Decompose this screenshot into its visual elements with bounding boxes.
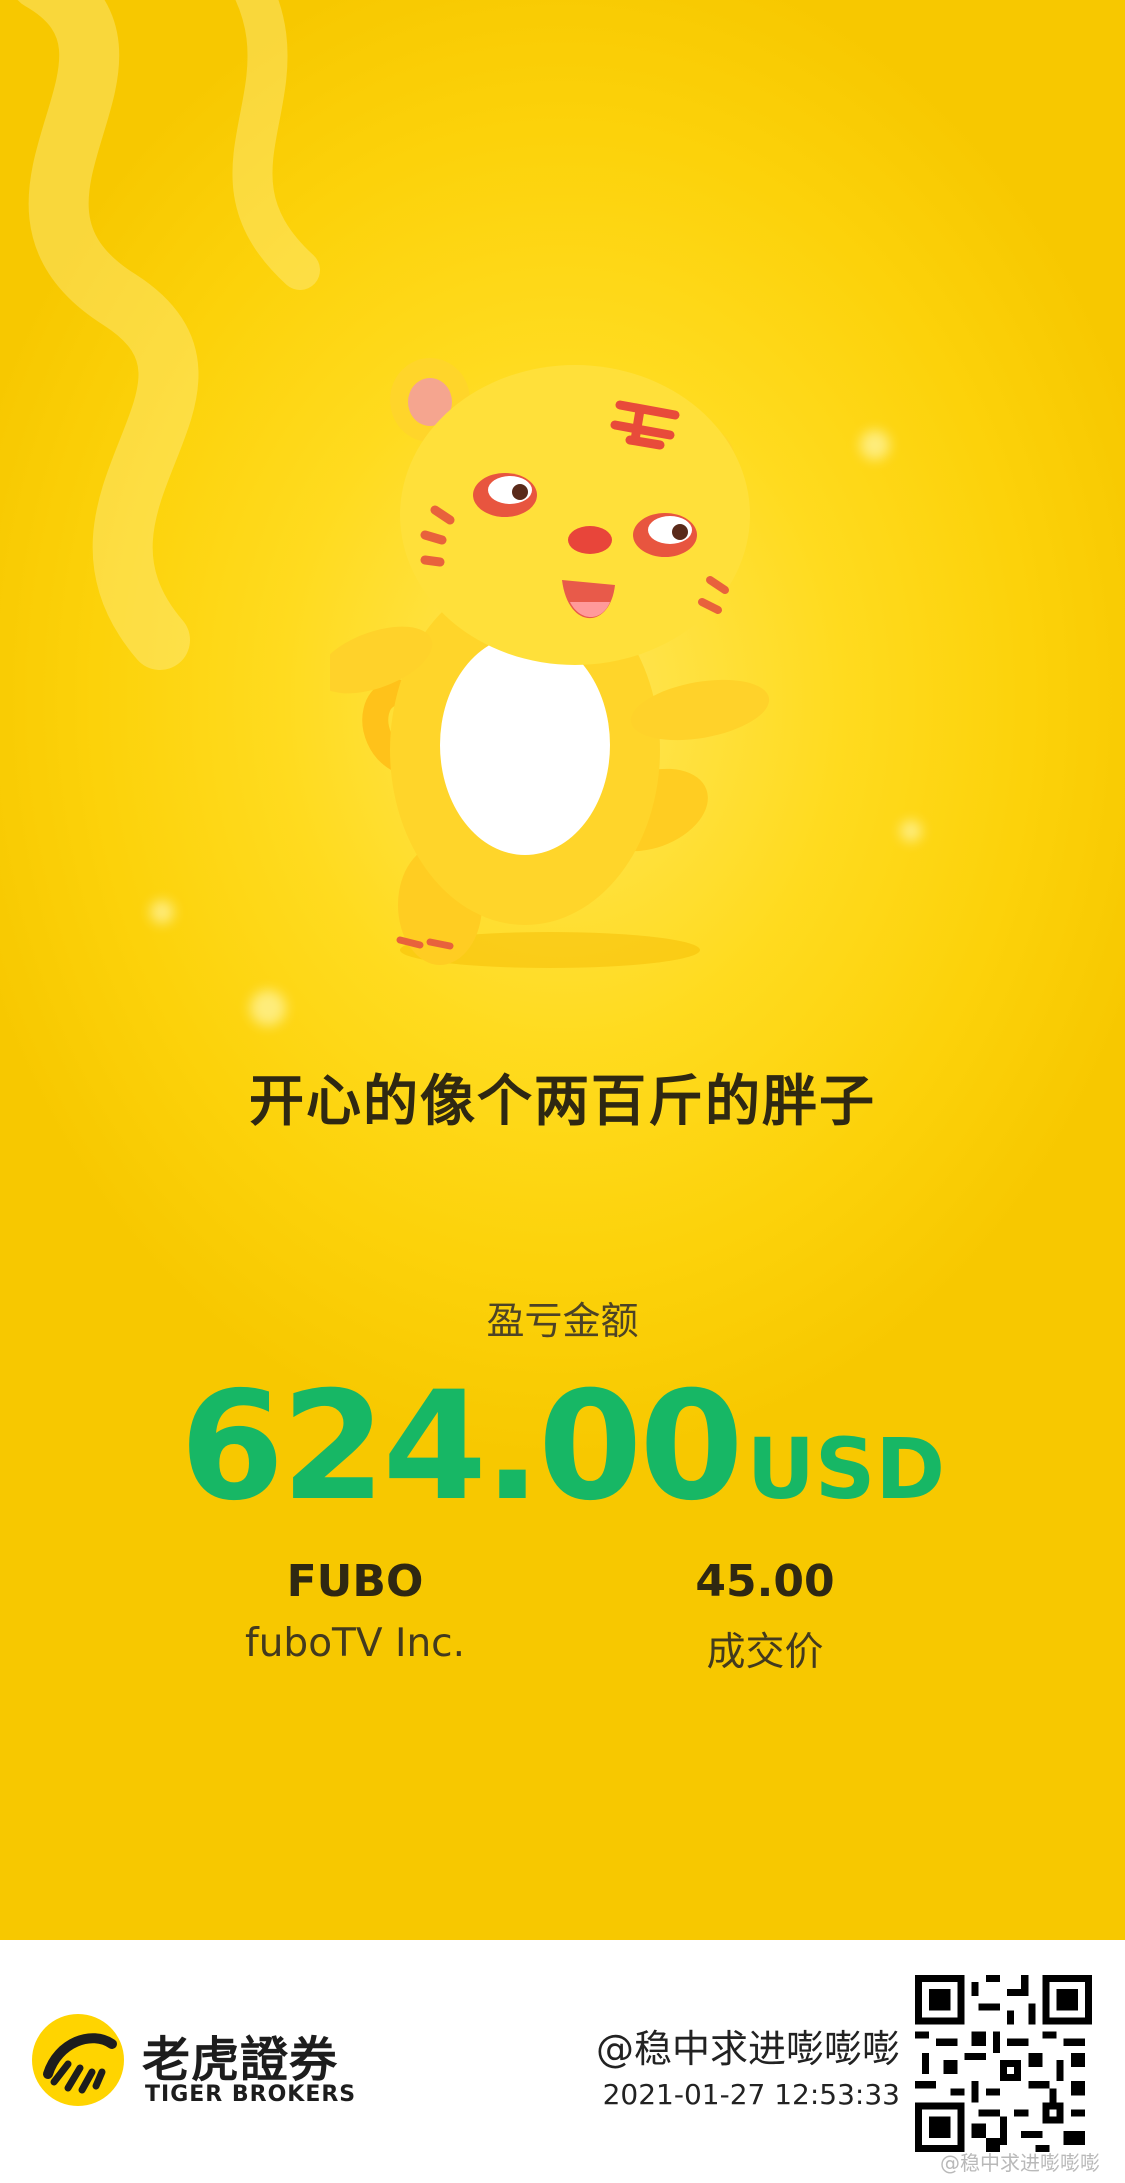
tiger-mascot-icon: [330, 358, 770, 968]
glow-dot: [150, 900, 174, 924]
glow-dot: [250, 990, 286, 1026]
pnl-value: 624.00USD: [0, 1360, 1125, 1534]
share-card: 开心的像个两百斤的胖子 盈亏金额 624.00USD FUBO fuboTV I…: [0, 0, 1125, 1940]
glow-dot: [860, 430, 890, 460]
pnl-currency: USD: [746, 1420, 946, 1518]
username: @稳中求进嘭嘭嘭: [595, 2027, 900, 2071]
qr-code-icon[interactable]: [915, 1975, 1092, 2152]
company-name: fuboTV Inc.: [244, 1621, 466, 1666]
trade-price: 45.00: [695, 1556, 835, 1607]
slogan-text: 开心的像个两百斤的胖子: [248, 1069, 876, 1133]
brand-name-cn: 老虎證券: [142, 2032, 339, 2088]
tiger-brokers-logo-icon: [32, 2014, 124, 2106]
timestamp: 2021-01-27 12:53:33: [602, 2078, 900, 2111]
pnl-amount: 624.00: [179, 1360, 744, 1534]
price-info: 45.00 成交价: [660, 1556, 870, 1677]
pnl-label: 盈亏金额: [486, 1299, 639, 1343]
glow-dot: [900, 820, 922, 842]
trade-price-label: 成交价: [706, 1630, 824, 1675]
stock-symbol: FUBO: [286, 1556, 424, 1607]
watermark: @稳中求进嘭嘭嘭: [940, 2151, 1100, 2175]
stock-info: FUBO fuboTV Inc.: [205, 1556, 505, 1666]
brand-name-en: TIGER BROKERS: [145, 2082, 357, 2107]
